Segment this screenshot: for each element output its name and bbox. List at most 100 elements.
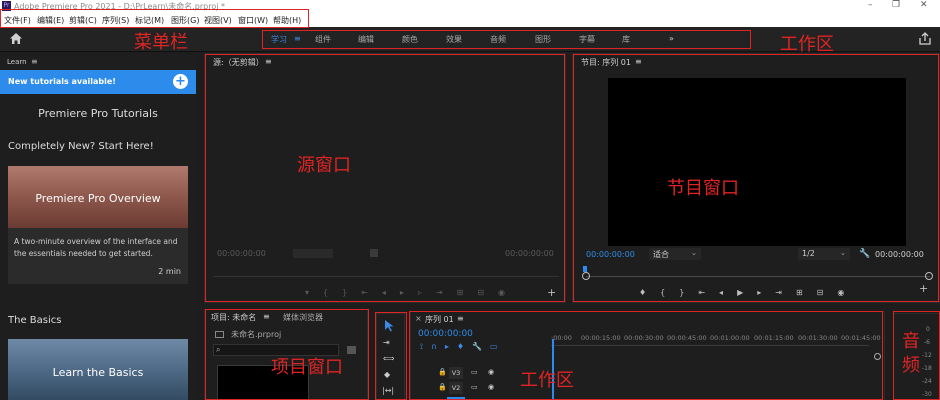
source-scrub-bar[interactable] <box>213 276 559 277</box>
timeline-playhead-timecode[interactable]: 00:00:00:00 <box>418 329 473 339</box>
ruler-label: 00:01:00:00 <box>710 334 750 342</box>
menu-help[interactable]: 帮助(H) <box>273 15 301 26</box>
lock-icon[interactable]: 🔒 <box>438 368 447 376</box>
timeline-tab-menu-icon[interactable]: ≡ <box>457 314 464 323</box>
menu-view[interactable]: 视图(V) <box>204 15 232 26</box>
workspace-tab-captions[interactable]: 字幕 <box>579 34 595 45</box>
workspace-tab-learn[interactable]: 学习 <box>271 34 287 45</box>
program-transport-controls[interactable]: ♦{}⇤◂▶▸⇥⊞⊟◉ <box>639 288 858 297</box>
selection-tool-icon[interactable] <box>384 319 395 335</box>
sync-lock-icon[interactable]: ▭ <box>471 368 478 376</box>
slip-tool-icon[interactable]: |↔| <box>382 386 394 395</box>
ruler-label: 00:01:45:00 <box>841 334 881 342</box>
tutorial-card-overview[interactable]: Premiere Pro Overview A two-minute overv… <box>8 166 188 284</box>
menu-bar: 文件(F) 编辑(E) 剪辑(C) 序列(S) 标记(M) 图形(G) 视图(V… <box>0 13 940 27</box>
workspace-more-icon[interactable]: » <box>669 34 674 43</box>
annotation-audio: 音频 <box>902 331 920 376</box>
track-label[interactable]: V3 <box>449 367 463 379</box>
timeline-zoom-handle[interactable] <box>874 353 881 360</box>
folder-icon <box>215 331 224 338</box>
new-bin-icon[interactable] <box>347 346 356 354</box>
menu-file[interactable]: 文件(F) <box>4 15 31 26</box>
section-start-here: Completely New? Start Here! <box>8 141 154 152</box>
razor-tool-icon[interactable]: ◆ <box>384 370 390 379</box>
program-panel-menu-icon[interactable]: ≡ <box>635 57 642 66</box>
workspace-tab-editing[interactable]: 编辑 <box>358 34 374 45</box>
share-icon[interactable] <box>919 32 931 48</box>
new-tutorials-banner[interactable]: New tutorials available! + <box>0 70 196 94</box>
program-panel-title[interactable]: 节目: 序列 01 <box>581 57 631 68</box>
ruler-label: 00:00:45:00 <box>667 334 707 342</box>
tutorial-card-basics[interactable]: Learn the Basics <box>8 339 188 400</box>
program-playhead-timecode[interactable]: 00:00:00:00 <box>586 250 635 259</box>
track-select-tool-icon[interactable]: ⇥ <box>383 338 390 347</box>
eye-icon[interactable]: ◉ <box>488 368 494 376</box>
annotation-workspace: 工作区 <box>780 34 834 55</box>
source-timecode-in[interactable]: 00:00:00:00 <box>217 249 266 258</box>
source-add-button[interactable]: + <box>547 286 556 299</box>
workspace-tab-audio[interactable]: 音频 <box>490 34 506 45</box>
learn-tab[interactable]: Learn <box>7 58 27 66</box>
window-title: Adobe Premiere Pro 2021 - D:\PrLearn\未命名… <box>14 2 225 11</box>
plus-icon[interactable]: + <box>173 74 188 89</box>
source-panel-title[interactable]: 源:（无剪辑） <box>213 57 264 68</box>
menu-marker[interactable]: 标记(M) <box>135 15 164 26</box>
learn-tab-menu-icon[interactable]: ≡ <box>31 57 38 66</box>
ripple-edit-tool-icon[interactable]: ⟺ <box>383 354 394 363</box>
banner-text: New tutorials available! <box>8 77 116 86</box>
resolution-dropdown[interactable]: 1/2 ⌄ <box>798 248 850 260</box>
media-browser-tab[interactable]: 媒体浏览器 <box>283 312 323 323</box>
out-point-handle[interactable] <box>925 272 933 280</box>
ruler-label: 00:00:30:00 <box>624 334 664 342</box>
workspace-tab-libraries[interactable]: 库 <box>622 34 630 45</box>
project-file-name: 未命名.prproj <box>231 330 282 339</box>
timeline-close-button[interactable]: × <box>415 314 422 323</box>
wrench-icon[interactable]: 🔧 <box>859 249 870 259</box>
annotation-project: 项目窗口 <box>271 357 343 378</box>
meter-tick: -12 <box>922 352 932 359</box>
meter-tick: -24 <box>922 378 932 385</box>
time-ruler[interactable] <box>551 345 869 346</box>
workspace-tab-effects[interactable]: 效果 <box>446 34 462 45</box>
sync-lock-icon[interactable]: ▭ <box>471 383 478 391</box>
ruler-label: :00:00 <box>551 334 572 342</box>
eye-icon[interactable]: ◉ <box>488 383 494 391</box>
project-tab-menu-icon[interactable]: ≡ <box>263 312 270 321</box>
annotation-timeline: 工作区 <box>520 370 574 391</box>
in-point-handle[interactable] <box>582 272 590 280</box>
menu-clip[interactable]: 剪辑(C) <box>69 15 97 26</box>
fit-value: 适合 <box>653 250 669 259</box>
program-add-button[interactable]: + <box>919 282 928 295</box>
meter-tick: -18 <box>922 365 932 372</box>
card-thumbnail-title: Learn the Basics <box>52 366 144 379</box>
menu-graphics[interactable]: 图形(G) <box>171 15 199 26</box>
program-scrub-bar[interactable] <box>586 276 930 277</box>
track-label[interactable]: V2 <box>449 382 463 394</box>
meter-tick: -30 <box>922 391 932 398</box>
minimize-button[interactable]: – <box>868 0 873 10</box>
timeline-tool-icons[interactable]: ⟟∩▸♦🔧▭ <box>420 342 506 352</box>
close-button[interactable]: ✕ <box>920 0 928 10</box>
annotation-program: 节目窗口 <box>667 178 739 199</box>
tutorials-heading: Premiere Pro Tutorials <box>38 107 158 120</box>
workspace-tab-graphics[interactable]: 图形 <box>535 34 551 45</box>
restore-button[interactable]: ❐ <box>892 0 900 10</box>
source-zoom-dropdown <box>293 249 333 258</box>
track-row-v3: 🔒 V3 ▭ ◉ <box>411 367 871 381</box>
menu-edit[interactable]: 编辑(E) <box>37 15 64 26</box>
workspace-menu-icon[interactable]: ≡ <box>294 34 301 43</box>
workspace-tab-assembly[interactable]: 组件 <box>315 34 331 45</box>
timeline-panel: × 序列 01 ≡ 00:00:00:00 ⟟∩▸♦🔧▭ :00:00 00:0… <box>410 311 885 400</box>
menu-sequence[interactable]: 序列(S) <box>102 15 129 26</box>
timeline-tab[interactable]: 序列 01 <box>425 314 454 325</box>
workspace-tab-color[interactable]: 颜色 <box>402 34 418 45</box>
menu-window[interactable]: 窗口(W) <box>238 15 268 26</box>
ruler-label: 00:01:15:00 <box>754 334 794 342</box>
project-tab[interactable]: 项目: 未命名 <box>211 312 256 323</box>
card-thumbnail-title: Premiere Pro Overview <box>35 192 161 205</box>
fit-dropdown[interactable]: 适合 ⌄ <box>649 248 701 260</box>
home-icon[interactable] <box>9 32 23 48</box>
source-monitor-panel: 源:（无剪辑） ≡ 00:00:00:00 00:00:00:00 ▾{}⇤◂▸… <box>204 53 566 303</box>
source-panel-menu-icon[interactable]: ≡ <box>265 57 272 66</box>
lock-icon[interactable]: 🔒 <box>438 383 447 391</box>
